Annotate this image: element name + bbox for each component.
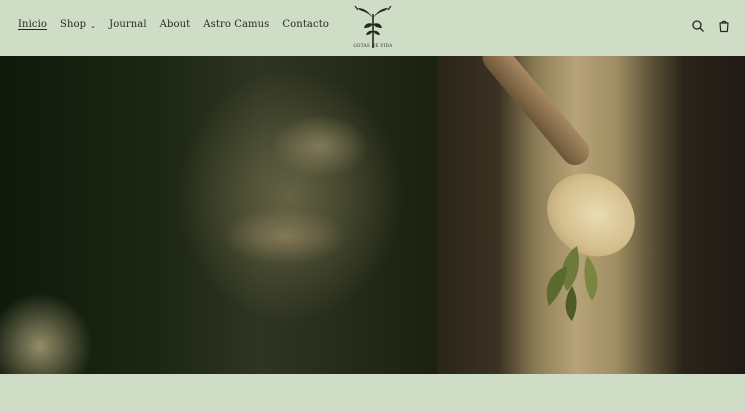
- arm-shape: [477, 56, 595, 171]
- leaves-shape: [546, 246, 598, 321]
- main-nav: Inicio Shop ⌄ Journal About Astro Camus …: [18, 19, 342, 30]
- hero-image-right: [437, 56, 745, 374]
- search-icon[interactable]: [691, 19, 705, 33]
- nav-item-label: Journal: [109, 19, 147, 30]
- hero-banner: [0, 56, 745, 374]
- nav-item-shop[interactable]: Shop ⌄: [60, 19, 96, 30]
- chevron-down-icon: ⌄: [90, 21, 97, 30]
- nav-item-about[interactable]: About: [160, 19, 191, 30]
- nav-item-label: Contacto: [282, 19, 329, 30]
- nav-item-inicio[interactable]: Inicio: [18, 19, 47, 30]
- nav-item-label: Astro Camus: [203, 19, 270, 30]
- plant-crest-logo-icon: GOTAS DE VIDA: [353, 5, 393, 48]
- cart-icon[interactable]: [717, 19, 731, 33]
- content-band: [0, 374, 745, 412]
- nav-item-label: About: [159, 19, 191, 30]
- nav-item-label: Inicio: [18, 19, 48, 30]
- nav-item-journal[interactable]: Journal: [109, 19, 147, 30]
- nav-item-astro-camus[interactable]: Astro Camus: [203, 19, 269, 30]
- nav-item-label: Shop: [60, 19, 87, 30]
- site-logo[interactable]: GOTAS DE VIDA: [352, 4, 394, 52]
- hero-image-left: [0, 56, 437, 374]
- logo-text: GOTAS DE VIDA: [353, 43, 393, 48]
- header-icons: [691, 19, 731, 33]
- nav-item-contacto[interactable]: Contacto: [282, 19, 329, 30]
- site-header: Inicio Shop ⌄ Journal About Astro Camus …: [0, 0, 745, 56]
